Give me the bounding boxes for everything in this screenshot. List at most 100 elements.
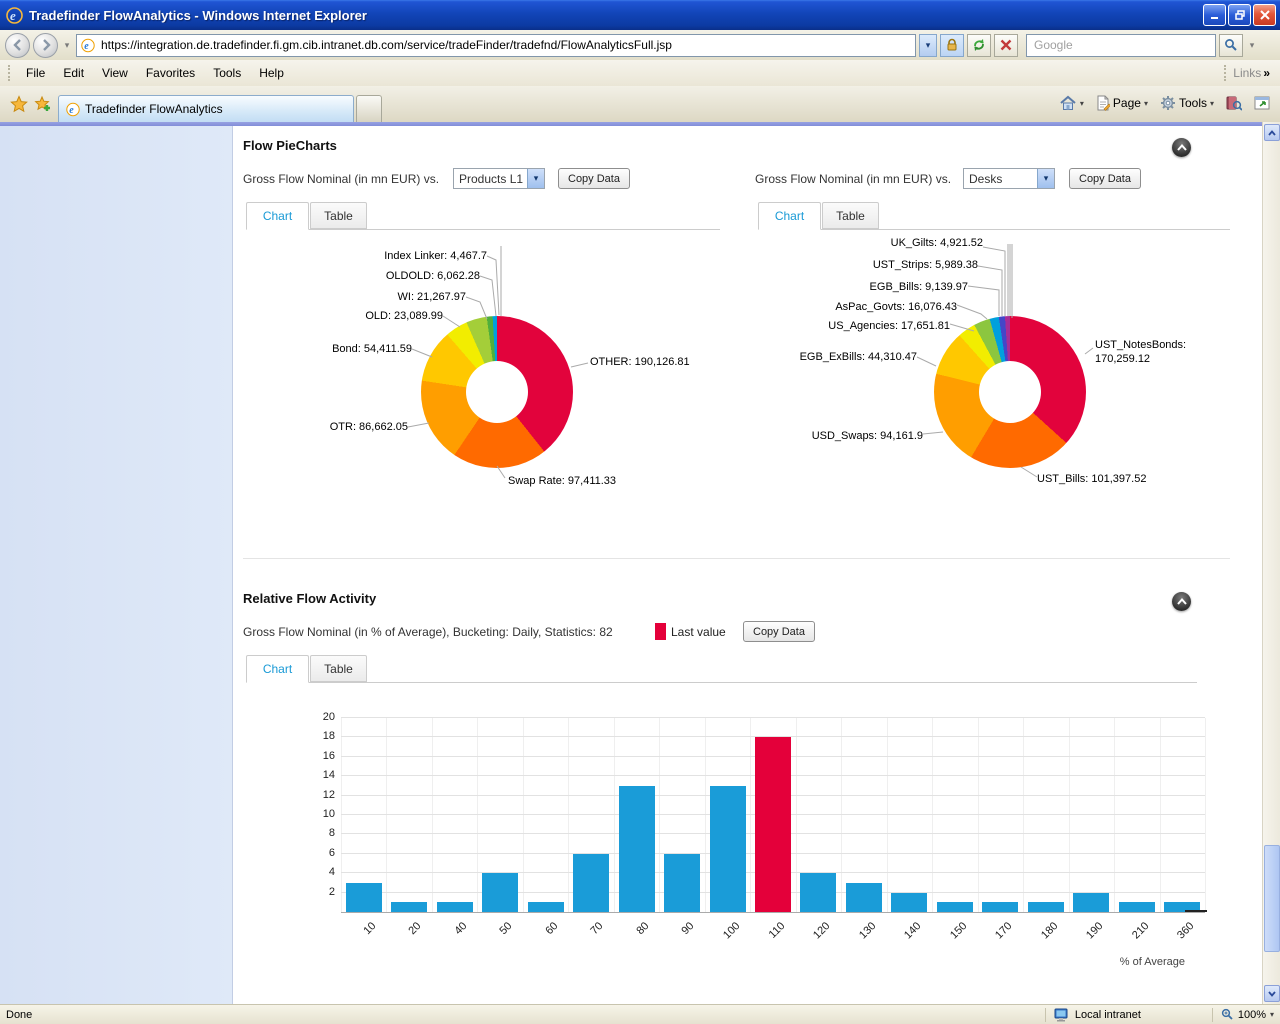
right-pie-dimension-select[interactable]: Desks ▾ bbox=[963, 168, 1055, 189]
activity-section-collapse-button[interactable] bbox=[1172, 592, 1191, 611]
tools-dropdown[interactable]: ▾ bbox=[1210, 99, 1214, 108]
left-pie-dimension-select[interactable]: Products L1 ▾ bbox=[453, 168, 545, 189]
address-dropdown-button[interactable]: ▾ bbox=[919, 34, 937, 57]
tools-button[interactable]: Tools▾ bbox=[1156, 92, 1218, 114]
back-button[interactable] bbox=[5, 33, 30, 58]
bar-100 bbox=[710, 786, 746, 912]
left-pie-tab-table[interactable]: Table bbox=[310, 202, 367, 229]
scroll-up-button[interactable] bbox=[1264, 124, 1280, 141]
pie-slice-label: UK_Gilts: 4,921.52 bbox=[833, 237, 983, 249]
menu-favorites[interactable]: Favorites bbox=[137, 63, 204, 83]
grid-line-vertical bbox=[887, 718, 888, 912]
grid-line-vertical bbox=[1023, 718, 1024, 912]
tab-title: Tradefinder FlowAnalytics bbox=[85, 102, 223, 116]
x-axis-tick: 190 bbox=[1084, 920, 1105, 941]
activity-tab-table[interactable]: Table bbox=[310, 655, 367, 682]
pie-slice-label: OTHER: 190,126.81 bbox=[590, 356, 690, 368]
page-button[interactable]: Page▾ bbox=[1092, 92, 1152, 114]
bar-110 bbox=[755, 737, 791, 912]
home-dropdown[interactable]: ▾ bbox=[1080, 99, 1084, 108]
refresh-button[interactable] bbox=[967, 34, 991, 57]
activity-copy-data-button[interactable]: Copy Data bbox=[743, 621, 815, 642]
y-axis-tick: 12 bbox=[309, 789, 335, 801]
research-button[interactable] bbox=[1222, 92, 1246, 114]
links-label[interactable]: Links bbox=[1233, 66, 1261, 80]
bar-130 bbox=[846, 883, 882, 912]
titlebar: e Tradefinder FlowAnalytics - Windows In… bbox=[0, 0, 1280, 30]
grid-line-vertical bbox=[659, 718, 660, 912]
tab-favicon: e bbox=[66, 102, 80, 117]
grid-line-vertical bbox=[932, 718, 933, 912]
grid-line-vertical bbox=[1205, 718, 1206, 912]
pie-section-title: Flow PieCharts bbox=[243, 138, 337, 153]
vertical-scrollbar[interactable] bbox=[1262, 122, 1280, 1004]
search-options-dropdown[interactable]: ▾ bbox=[1246, 33, 1258, 58]
bar-70 bbox=[573, 854, 609, 912]
left-pie-copy-data-button[interactable]: Copy Data bbox=[558, 168, 630, 189]
menu-view[interactable]: View bbox=[93, 63, 137, 83]
add-favorite-icon[interactable] bbox=[34, 95, 52, 113]
y-axis-tick: 10 bbox=[309, 808, 335, 820]
right-pie-tab-table[interactable]: Table bbox=[822, 202, 879, 229]
bar-140 bbox=[891, 893, 927, 912]
grid-line-vertical bbox=[750, 718, 751, 912]
right-pie-subtitle: Gross Flow Nominal (in mn EUR) vs. bbox=[755, 172, 951, 186]
activity-section-title: Relative Flow Activity bbox=[243, 591, 376, 606]
forward-button[interactable] bbox=[33, 33, 58, 58]
menu-tools[interactable]: Tools bbox=[204, 63, 250, 83]
grid-line-horizontal bbox=[341, 717, 1205, 718]
menu-bar: File Edit View Favorites Tools Help Link… bbox=[0, 60, 1280, 86]
tab-tradefinder[interactable]: e Tradefinder FlowAnalytics bbox=[58, 95, 354, 122]
bar-190 bbox=[1073, 893, 1109, 912]
pie-slice-label: Swap Rate: 97,411.33 bbox=[508, 475, 616, 487]
home-button[interactable]: ▾ bbox=[1055, 92, 1088, 114]
y-axis-tick: 18 bbox=[309, 730, 335, 742]
open-in-window-button[interactable] bbox=[1250, 93, 1274, 113]
pie-slice-label: OLDOLD: 6,062.28 bbox=[330, 270, 480, 282]
right-pie-copy-data-button[interactable]: Copy Data bbox=[1069, 168, 1141, 189]
pie-slice-label: UST_NotesBonds: 170,259.12 bbox=[1095, 338, 1200, 366]
menu-file[interactable]: File bbox=[17, 63, 54, 83]
pie-slice-label: USD_Swaps: 94,161.9 bbox=[773, 430, 923, 442]
recent-pages-dropdown[interactable]: ▾ bbox=[61, 33, 73, 58]
new-tab-stub[interactable] bbox=[356, 95, 382, 122]
lock-icon[interactable] bbox=[940, 34, 964, 57]
grid-line-vertical bbox=[1114, 718, 1115, 912]
y-axis-tick: 20 bbox=[309, 711, 335, 723]
grid-line-vertical bbox=[841, 718, 842, 912]
tab-bar: e Tradefinder FlowAnalytics ▾ Page▾ Tool… bbox=[0, 86, 1280, 122]
stop-button[interactable] bbox=[994, 34, 1018, 57]
x-axis-tick: 130 bbox=[857, 920, 878, 941]
bar-210 bbox=[1119, 902, 1155, 912]
scrollbar-thumb[interactable] bbox=[1264, 845, 1280, 952]
grid-line-vertical bbox=[568, 718, 569, 912]
tools-label: Tools bbox=[1179, 96, 1207, 110]
chevron-down-icon: ▾ bbox=[527, 169, 544, 188]
zoom-control[interactable]: 100% ▾ bbox=[1221, 1008, 1274, 1021]
right-pie-tab-chart[interactable]: Chart bbox=[758, 202, 821, 230]
search-input[interactable] bbox=[1032, 37, 1210, 53]
restore-button[interactable] bbox=[1228, 4, 1251, 26]
menu-edit[interactable]: Edit bbox=[54, 63, 93, 83]
menu-help[interactable]: Help bbox=[250, 63, 293, 83]
x-axis-tick: 90 bbox=[679, 920, 696, 937]
zoom-dropdown[interactable]: ▾ bbox=[1270, 1010, 1274, 1019]
scroll-down-button[interactable] bbox=[1264, 985, 1280, 1002]
left-pie-tab-chart[interactable]: Chart bbox=[246, 202, 309, 230]
page-dropdown[interactable]: ▾ bbox=[1144, 99, 1148, 108]
pie-slice-label: Index Linker: 4,467.7 bbox=[337, 250, 487, 262]
url-input[interactable] bbox=[99, 37, 911, 53]
pie-section-collapse-button[interactable] bbox=[1172, 138, 1191, 157]
bar-90 bbox=[664, 854, 700, 912]
x-axis-tick: 120 bbox=[811, 920, 832, 941]
favorites-star-icon[interactable] bbox=[10, 95, 28, 113]
x-axis-tick: 360 bbox=[1175, 920, 1196, 941]
search-button[interactable] bbox=[1219, 34, 1243, 57]
bar-170 bbox=[982, 902, 1018, 912]
pie-slice-label: OLD: 23,089.99 bbox=[293, 310, 443, 322]
close-button[interactable] bbox=[1253, 4, 1276, 26]
links-overflow-chevron[interactable]: » bbox=[1263, 66, 1270, 80]
minimize-button[interactable] bbox=[1203, 4, 1226, 26]
left-pie-tab-baseline bbox=[246, 229, 720, 230]
activity-tab-chart[interactable]: Chart bbox=[246, 655, 309, 683]
